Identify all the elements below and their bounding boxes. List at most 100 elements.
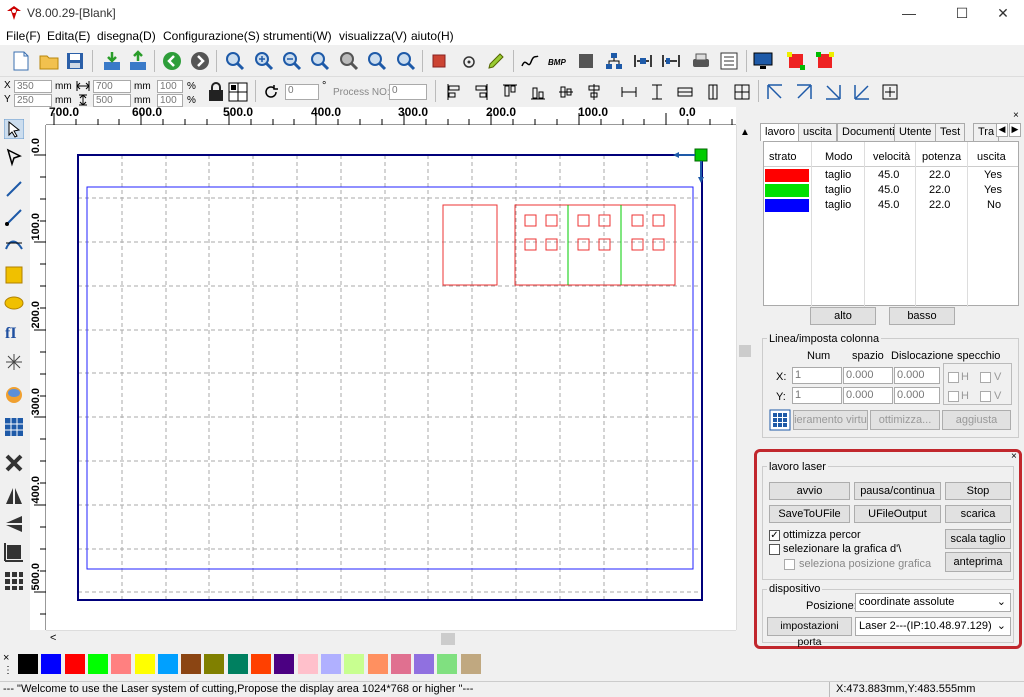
zoom-minus-icon[interactable]	[281, 50, 303, 72]
curve-icon[interactable]	[519, 50, 541, 72]
forward-icon[interactable]	[189, 50, 211, 72]
grid-red-icon[interactable]	[785, 50, 807, 72]
save-to-ufile-button[interactable]: SaveToUFile	[769, 505, 850, 523]
line-icon[interactable]	[4, 179, 24, 199]
text-icon[interactable]: fI	[4, 321, 24, 341]
align-right-icon[interactable]	[473, 83, 489, 101]
polyline-icon[interactable]	[4, 207, 24, 227]
fill-rect-icon[interactable]	[575, 50, 597, 72]
menu-help[interactable]: aiuto(H)	[411, 29, 454, 43]
vertical-scrollbar[interactable]: ▲	[736, 125, 753, 630]
layer-up-button[interactable]: alto	[810, 307, 876, 325]
start-button[interactable]: avvio	[769, 482, 850, 500]
new-file-icon[interactable]	[10, 50, 32, 72]
array-y-space-input[interactable]: 0.000	[843, 387, 893, 404]
scale-cut-button[interactable]: scala taglio	[945, 529, 1011, 549]
color-swatch[interactable]	[41, 654, 62, 674]
mirror-y-v-checkbox[interactable]	[980, 391, 991, 402]
zoom-plus-icon[interactable]	[253, 50, 275, 72]
download-button[interactable]: scarica	[945, 505, 1011, 523]
color-swatch[interactable]	[390, 654, 411, 674]
tab-scroll-left-icon[interactable]: ◀	[996, 123, 1008, 137]
array-x-num-input[interactable]: 1	[792, 367, 842, 384]
drawing-canvas[interactable]	[46, 125, 736, 630]
tab-uscita[interactable]: uscita	[798, 123, 837, 141]
scroll-up-icon[interactable]: ▲	[740, 127, 750, 138]
pen-tool-icon[interactable]	[485, 50, 507, 72]
color-swatch[interactable]	[274, 654, 295, 674]
mirror-v-icon[interactable]	[4, 514, 24, 534]
mirror-x-v-checkbox[interactable]	[980, 372, 991, 383]
arrow-bottomleft-icon[interactable]	[853, 83, 871, 101]
delete-cross-icon[interactable]	[4, 453, 24, 473]
align-hcenter-icon[interactable]	[558, 83, 574, 101]
zoom-all-icon[interactable]	[366, 50, 388, 72]
color-swatch[interactable]	[367, 654, 388, 674]
grid-pos-icon[interactable]	[228, 82, 248, 102]
dist-h-icon[interactable]	[632, 50, 654, 72]
port-settings-button[interactable]: impostazioni porta	[767, 617, 852, 648]
color-swatch[interactable]	[64, 654, 85, 674]
node-select-icon[interactable]	[4, 147, 24, 167]
select-graphic-checkbox[interactable]	[769, 544, 780, 555]
color-swatch[interactable]	[460, 654, 481, 674]
rectangle-icon[interactable]	[4, 265, 24, 285]
menu-draw[interactable]: disegna(D)	[97, 29, 156, 43]
height-input[interactable]: 500	[93, 94, 131, 107]
stop-button[interactable]: Stop	[945, 482, 1011, 500]
palette-close-icon[interactable]: ×	[3, 652, 9, 664]
laser-head-icon[interactable]	[4, 385, 24, 405]
close-button[interactable]: ✕	[980, 0, 1024, 26]
tab-scroll-right-icon[interactable]: ▶	[1009, 123, 1021, 137]
minimize-button[interactable]: —	[886, 0, 932, 26]
node-edit-icon[interactable]	[457, 50, 479, 72]
panel-close-icon[interactable]: ×	[1013, 110, 1019, 121]
menu-file[interactable]: File(F)	[6, 29, 41, 43]
select-position-checkbox[interactable]	[784, 559, 795, 570]
array-x-space-input[interactable]: 0.000	[843, 367, 893, 384]
bezier-icon[interactable]	[4, 235, 24, 255]
tab-utente[interactable]: Utente	[894, 123, 937, 141]
grid-color-icon[interactable]	[814, 50, 836, 72]
scroll-thumb-v[interactable]	[739, 345, 751, 357]
array-copy-icon[interactable]	[4, 571, 24, 591]
color-swatch[interactable]	[204, 654, 225, 674]
color-swatch[interactable]	[437, 654, 458, 674]
mirror-h-icon[interactable]	[4, 486, 24, 506]
arrow-bottomright-icon[interactable]	[824, 83, 842, 101]
tab-lavoro[interactable]: lavoro	[760, 123, 800, 141]
tab-test[interactable]: Test	[935, 123, 966, 141]
array-virtual-button[interactable]: ieramento virtu	[793, 410, 868, 430]
dist-v-icon[interactable]	[660, 50, 682, 72]
lock-icon[interactable]	[207, 82, 225, 102]
same-height-icon[interactable]	[648, 83, 666, 101]
align-vcenter-icon[interactable]	[586, 83, 602, 101]
layer-down-button[interactable]: basso	[889, 307, 955, 325]
maximize-button[interactable]: ☐	[939, 0, 985, 26]
array-y-num-input[interactable]: 1	[792, 387, 842, 404]
origin-icon[interactable]	[4, 542, 24, 562]
mirror-y-h-checkbox[interactable]	[948, 391, 959, 402]
layer-list-icon[interactable]	[718, 50, 740, 72]
color-swatch[interactable]	[227, 654, 248, 674]
scroll-thumb-h[interactable]	[441, 633, 455, 645]
array-grid-icon[interactable]	[4, 417, 24, 437]
tab-documenti[interactable]: Documenti	[837, 123, 900, 141]
same-size-h-icon[interactable]	[676, 83, 694, 101]
color-swatch[interactable]	[111, 654, 132, 674]
monitor-icon[interactable]	[752, 50, 774, 72]
zoom-in-icon[interactable]	[224, 50, 246, 72]
zoom-page-icon[interactable]	[309, 50, 331, 72]
color-swatch[interactable]	[297, 654, 318, 674]
import-icon[interactable]	[101, 50, 123, 72]
optimize-path-checkbox[interactable]: ✓	[769, 530, 780, 541]
color-swatch[interactable]	[414, 654, 435, 674]
color-swatch[interactable]	[181, 654, 202, 674]
same-width-icon[interactable]	[620, 83, 638, 101]
menu-tools[interactable]: strumenti(W)	[263, 29, 332, 43]
table-row[interactable]: taglio 45.0 22.0 Yes	[764, 183, 1018, 198]
align-bottom-icon[interactable]	[530, 83, 546, 101]
menu-config[interactable]: Configurazione(S)	[163, 29, 260, 43]
select-arrow-icon[interactable]	[4, 119, 24, 139]
width-input[interactable]: 700	[93, 80, 131, 93]
